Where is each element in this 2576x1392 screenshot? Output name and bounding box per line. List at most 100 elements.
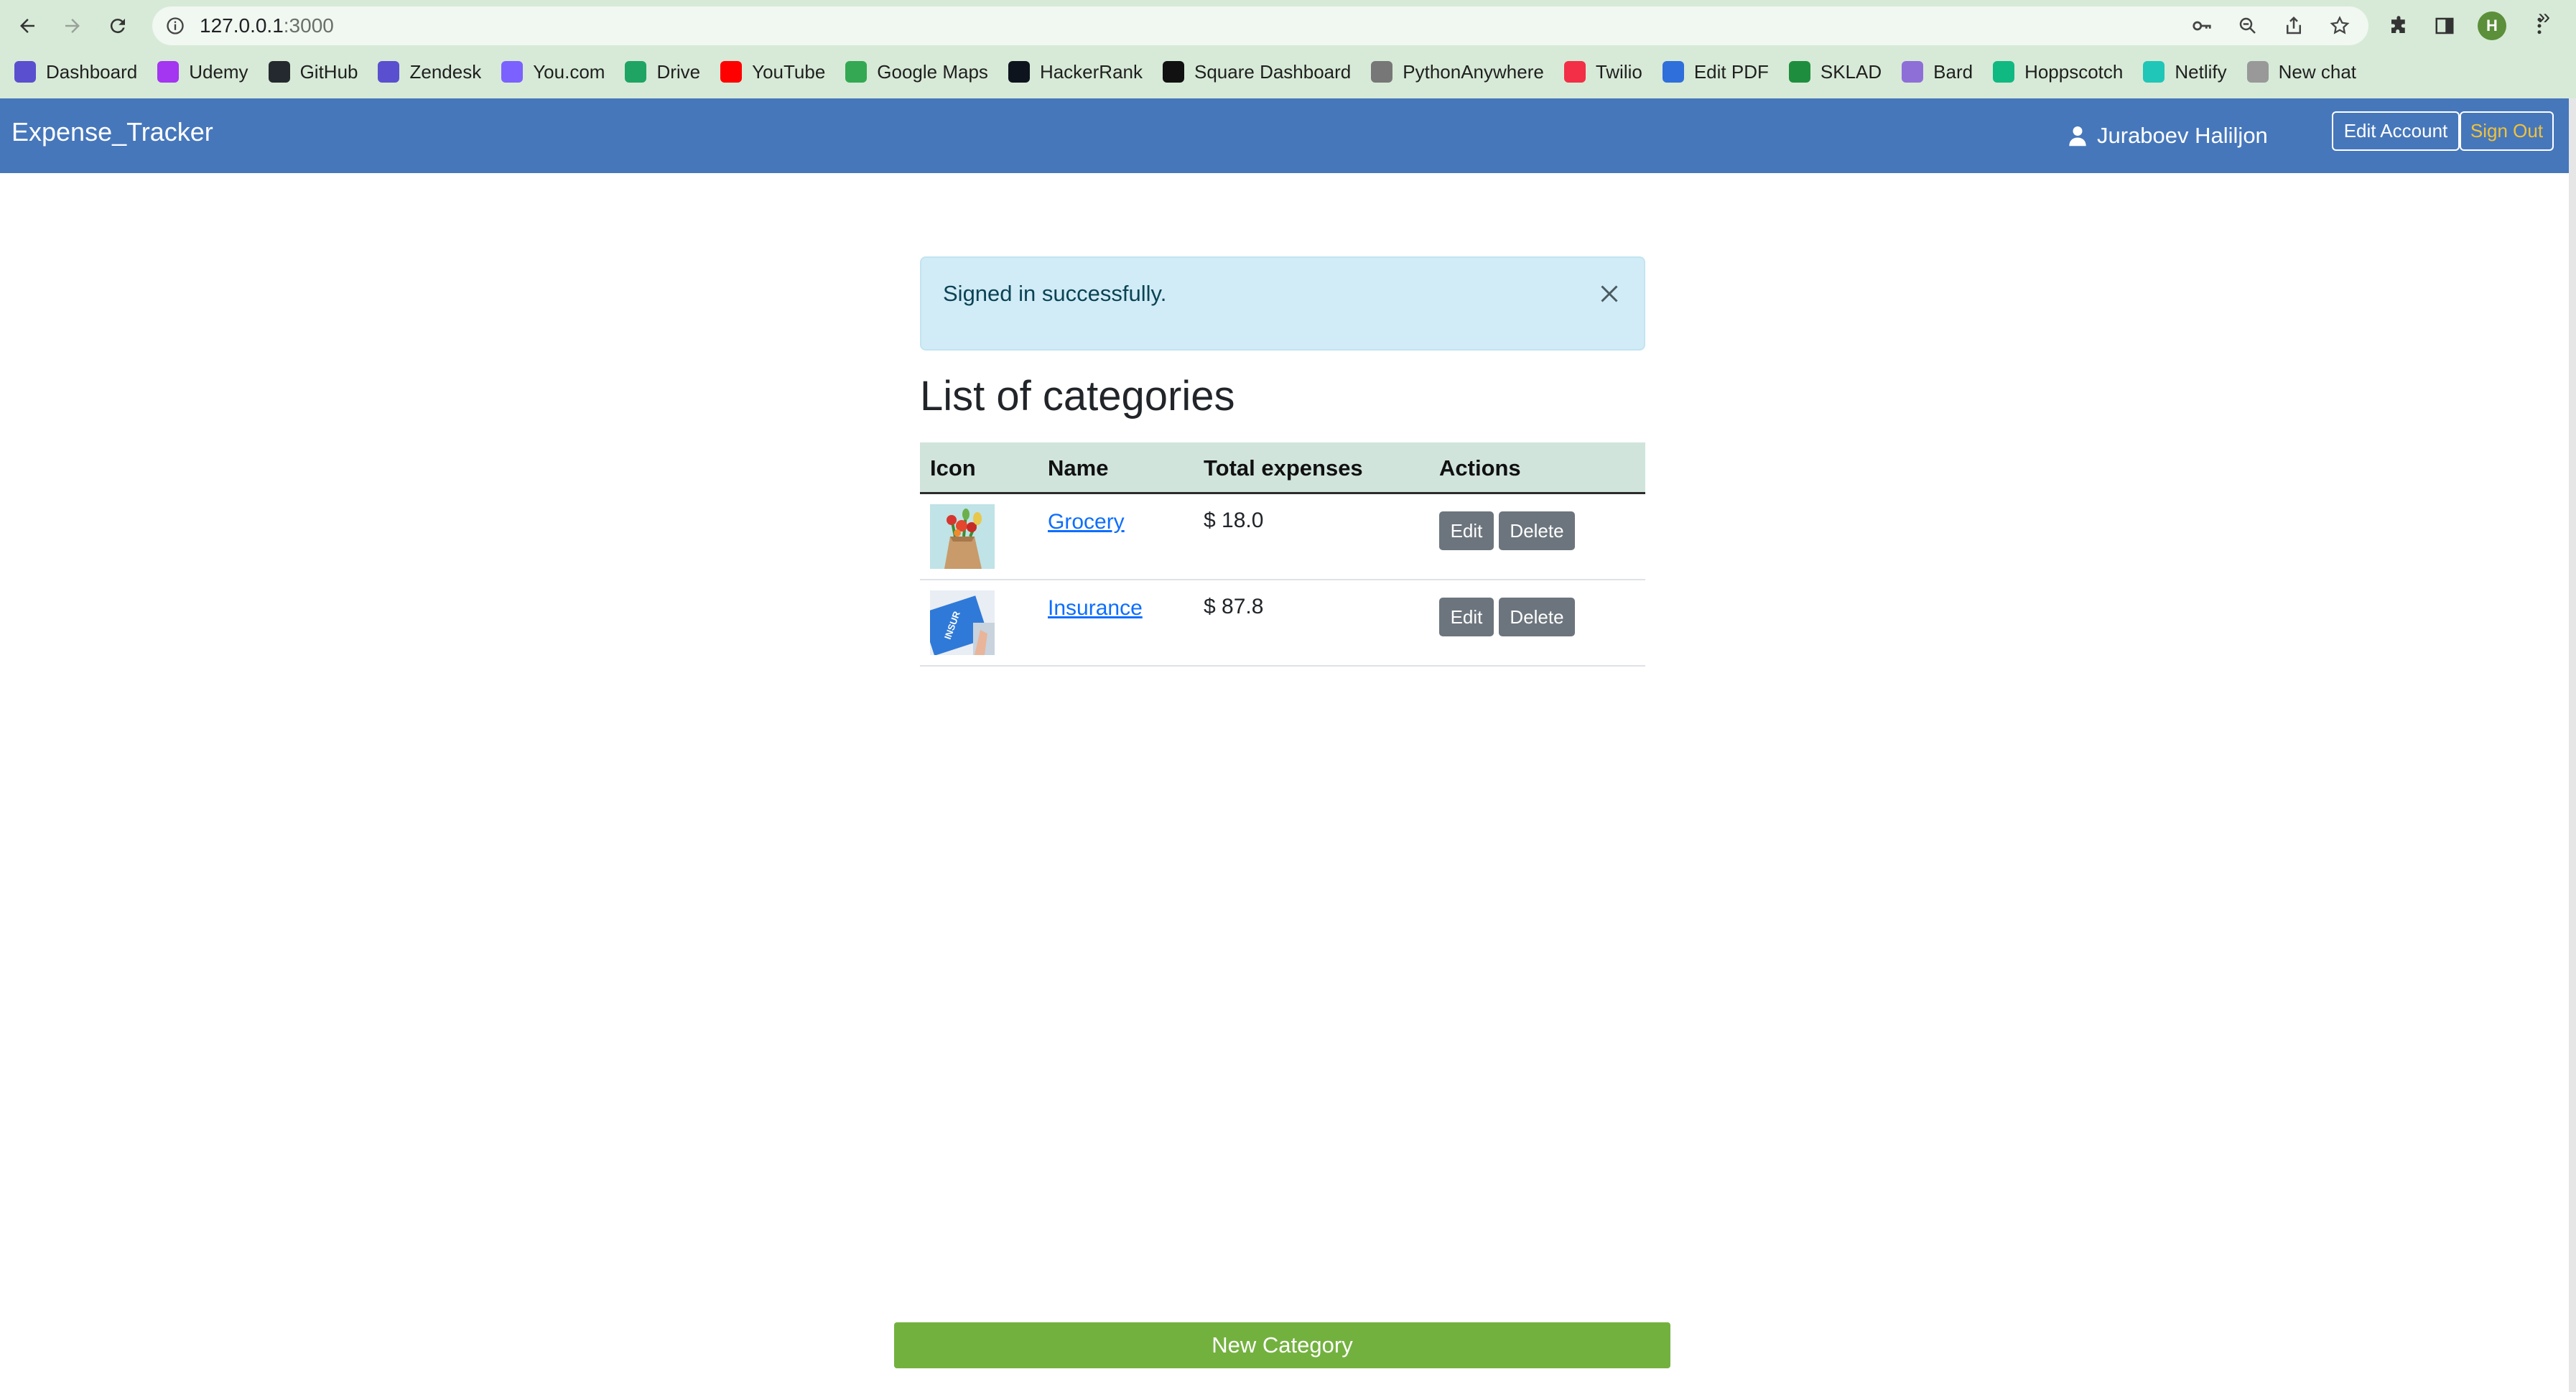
- edit-account-button[interactable]: Edit Account: [2332, 111, 2460, 151]
- table-row: INSUR Insurance $ 87.8 Edit Delete: [920, 580, 1645, 667]
- address-bar-actions: [2190, 14, 2351, 37]
- user-name: Juraboev Haliljon: [2097, 123, 2268, 148]
- alert-message: Signed in successfully.: [943, 281, 1167, 306]
- bookmark-pythonanywhere[interactable]: PythonAnywhere: [1371, 56, 1554, 88]
- star-icon[interactable]: [2328, 14, 2351, 37]
- side-panel-icon[interactable]: [2432, 13, 2458, 39]
- bookmark-favicon-icon: [378, 61, 400, 83]
- grocery-image: [930, 504, 995, 569]
- bookmark-favicon-icon: [1662, 61, 1684, 83]
- browser-chrome: 127.0.0.1:3000 H Dashboard Udemy GitHub Zen…: [0, 0, 2576, 98]
- header-total: Total expenses: [1204, 455, 1363, 481]
- user-icon: [2069, 126, 2086, 147]
- close-icon[interactable]: [1596, 281, 1622, 307]
- bookmark-favicon-icon: [720, 61, 743, 83]
- screen: 127.0.0.1:3000 H Dashboard Udemy GitHub Zen…: [0, 0, 2576, 1392]
- bookmark-favicon-icon: [1788, 61, 1810, 83]
- bookmark-favicon-icon: [1563, 61, 1586, 83]
- brand-link[interactable]: Expense_Tracker: [11, 98, 213, 166]
- bookmark-favicon-icon: [14, 61, 36, 83]
- reload-icon[interactable]: [102, 10, 134, 42]
- bookmark-label: You.com: [533, 60, 605, 83]
- sign-out-button[interactable]: Sign Out: [2460, 111, 2554, 151]
- extensions-puzzle-icon[interactable]: [2386, 13, 2412, 39]
- category-link-grocery[interactable]: Grocery: [1048, 510, 1125, 534]
- bookmark-label: Hoppscotch: [2024, 60, 2124, 83]
- bookmark-label: SKLAD: [1820, 60, 1882, 83]
- bookmark-new-chat[interactable]: New chat: [2246, 56, 2366, 88]
- header-actions: Actions: [1439, 455, 1521, 481]
- categories-table: Icon Name Total expenses Actions Grocery…: [920, 442, 1645, 667]
- profile-avatar[interactable]: H: [2478, 11, 2506, 40]
- bookmarks-bar: Dashboard Udemy GitHub Zendesk You.com Drive Y…: [0, 55, 2576, 89]
- bookmark-google-maps[interactable]: Google Maps: [845, 56, 998, 88]
- bookmark-label: HackerRank: [1039, 60, 1143, 83]
- bookmark-label: Udemy: [189, 60, 248, 83]
- bookmark-favicon-icon: [1008, 61, 1030, 83]
- bookmark-udemy[interactable]: Udemy: [157, 56, 258, 88]
- bookmark-zendesk[interactable]: Zendesk: [378, 56, 491, 88]
- bookmark-label: GitHub: [299, 60, 358, 83]
- share-icon[interactable]: [2282, 14, 2305, 37]
- bookmark-drive[interactable]: Drive: [625, 56, 710, 88]
- header-icon: Icon: [930, 455, 976, 481]
- insurance-image: INSUR: [930, 590, 995, 655]
- bookmark-twilio[interactable]: Twilio: [1563, 56, 1652, 88]
- info-icon[interactable]: [165, 16, 185, 36]
- bookmark-favicon-icon: [501, 61, 524, 83]
- edit-button[interactable]: Edit: [1439, 598, 1494, 636]
- bookmark-edit-pdf[interactable]: Edit PDF: [1662, 56, 1779, 88]
- url-host: 127.0.0.1: [200, 14, 284, 37]
- table-row: Grocery $ 18.0 Edit Delete: [920, 494, 1645, 580]
- bookmark-favicon-icon: [625, 61, 647, 83]
- delete-button[interactable]: Delete: [1499, 598, 1575, 636]
- bookmark-label: Dashboard: [46, 60, 138, 83]
- zoom-icon[interactable]: [2236, 14, 2259, 37]
- bookmark-label: Twilio: [1595, 60, 1642, 83]
- bookmark-favicon-icon: [2143, 61, 2165, 83]
- bookmark-you-com[interactable]: You.com: [501, 56, 615, 88]
- bookmark-favicon-icon: [1163, 61, 1184, 83]
- bookmark-sklad[interactable]: SKLAD: [1788, 56, 1892, 88]
- table-header: Icon Name Total expenses Actions: [920, 442, 1645, 494]
- bookmark-label: PythonAnywhere: [1403, 60, 1544, 83]
- more-bookmarks-chevron-icon[interactable]: »: [2538, 0, 2550, 34]
- url-port: :3000: [283, 14, 334, 37]
- edit-button[interactable]: Edit: [1439, 511, 1494, 550]
- forward-icon[interactable]: [57, 10, 88, 42]
- bookmark-label: Google Maps: [877, 60, 988, 83]
- browser-toolbar: 127.0.0.1:3000 H: [0, 0, 2576, 52]
- bookmark-label: Zendesk: [409, 60, 482, 83]
- bookmark-label: Bard: [1933, 60, 1973, 83]
- category-link-insurance[interactable]: Insurance: [1048, 596, 1143, 621]
- url-text[interactable]: 127.0.0.1:3000: [200, 6, 334, 45]
- current-user: Juraboev Haliljon: [2068, 98, 2268, 173]
- address-bar[interactable]: 127.0.0.1:3000: [152, 6, 2368, 45]
- header-name: Name: [1048, 455, 1109, 481]
- bookmark-label: New chat: [2278, 60, 2357, 83]
- bookmark-dashboard[interactable]: Dashboard: [14, 56, 147, 88]
- new-category-button[interactable]: New Category: [894, 1322, 1670, 1368]
- bookmark-favicon-icon: [1902, 61, 1924, 83]
- bookmark-favicon-icon: [2246, 61, 2269, 83]
- bookmark-youtube[interactable]: YouTube: [720, 56, 835, 88]
- bookmark-hackerrank[interactable]: HackerRank: [1008, 56, 1153, 88]
- bookmark-label: Edit PDF: [1693, 60, 1769, 83]
- bookmark-favicon-icon: [845, 61, 868, 83]
- bookmark-github[interactable]: GitHub: [268, 56, 368, 88]
- bookmark-label: Drive: [656, 60, 701, 83]
- app-navbar: Expense_Tracker Juraboev Haliljon Edit A…: [0, 98, 2569, 173]
- delete-button[interactable]: Delete: [1499, 511, 1575, 550]
- bookmark-favicon-icon: [157, 61, 180, 83]
- flash-alert: Signed in successfully.: [920, 256, 1645, 351]
- bookmark-netlify[interactable]: Netlify: [2143, 56, 2236, 88]
- key-icon[interactable]: [2190, 14, 2213, 37]
- extension-area: H: [2386, 11, 2552, 40]
- page-title: List of categories: [920, 373, 1235, 419]
- back-icon[interactable]: [11, 10, 43, 42]
- window-edge: [2569, 98, 2576, 1392]
- bookmark-favicon-icon: [1371, 61, 1393, 83]
- bookmark-bard[interactable]: Bard: [1902, 56, 1983, 88]
- bookmark-square-dashboard[interactable]: Square Dashboard: [1163, 56, 1361, 88]
- bookmark-hoppscotch[interactable]: Hoppscotch: [1993, 56, 2133, 88]
